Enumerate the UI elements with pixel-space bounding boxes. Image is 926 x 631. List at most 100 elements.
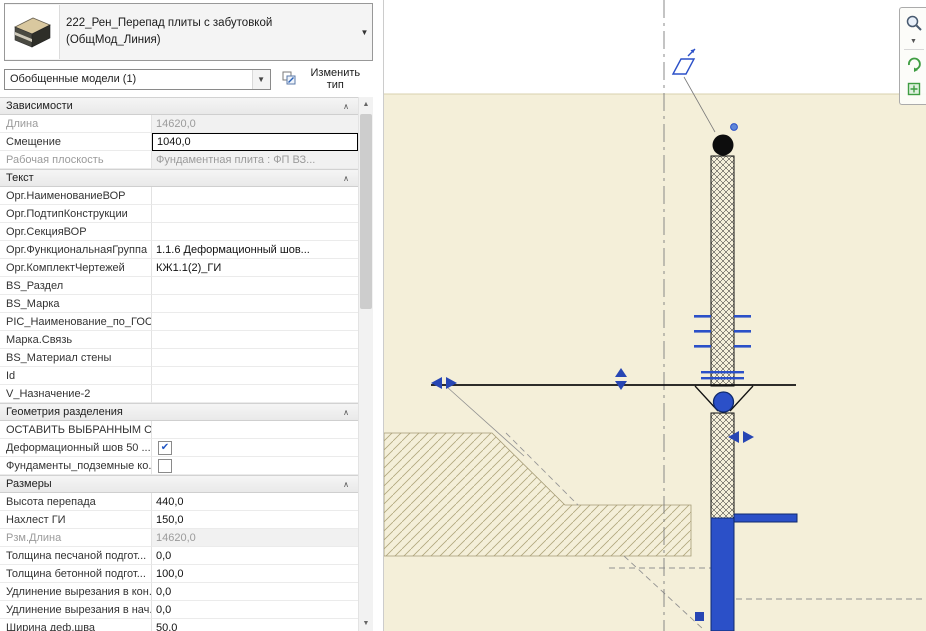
group-header-label: Зависимости xyxy=(6,100,73,112)
group-header[interactable]: Зависимости ∧ xyxy=(0,97,358,115)
collapse-chevron-icon[interactable]: ∧ xyxy=(343,480,349,489)
properties-scrollbar[interactable]: ▲ ▼ xyxy=(358,97,373,631)
navigation-bar: ▼ xyxy=(899,7,926,105)
scroll-up-icon[interactable]: ▲ xyxy=(359,97,373,112)
scroll-down-icon[interactable]: ▼ xyxy=(359,616,373,631)
property-row: Высота перепада440,0 xyxy=(0,493,358,511)
collapse-chevron-icon[interactable]: ∧ xyxy=(343,174,349,183)
checkbox[interactable]: ✔ xyxy=(158,441,172,455)
property-value[interactable] xyxy=(152,205,358,223)
group-header[interactable]: Геометрия разделения∧ xyxy=(0,403,358,421)
property-value[interactable] xyxy=(152,457,358,475)
property-label: Орг.ПодтипКонструкции xyxy=(0,205,152,223)
family-name: 222_Рен_Перепад плиты с забутовкой xyxy=(66,15,351,32)
property-value: Фундаментная плита : ФП ВЗ... xyxy=(152,151,358,169)
property-value[interactable]: 0,0 xyxy=(152,547,358,565)
property-row: Толщина песчаной подгот...0,0 xyxy=(0,547,358,565)
property-row: Удлинение вырезания в нач...0,0 xyxy=(0,601,358,619)
scrollbar-thumb[interactable] xyxy=(360,114,372,309)
property-row: Орг.ФункциональнаяГруппа1.1.6 Деформацио… xyxy=(0,241,358,259)
property-row: Рабочая плоскостьФундаментная плита : ФП… xyxy=(0,151,358,169)
family-thumbnail xyxy=(5,5,60,59)
property-value[interactable] xyxy=(152,223,358,241)
property-label: Фундаменты_подземные ко... xyxy=(0,457,152,475)
property-label: Id xyxy=(0,367,152,385)
property-value[interactable] xyxy=(152,331,358,349)
property-value[interactable]: 100,0 xyxy=(152,565,358,583)
property-label: Смещение xyxy=(0,133,152,151)
property-row: PIC_Наименование_по_ГОСТ xyxy=(0,313,358,331)
property-row: Толщина бетонной подгот...100,0 xyxy=(0,565,358,583)
property-label: Марка.Связь xyxy=(0,331,152,349)
property-row: BS_Материал стены xyxy=(0,349,358,367)
property-row: Деформационный шов 50 ... ✔ xyxy=(0,439,358,457)
property-value[interactable]: 50,0 xyxy=(152,619,358,631)
group-header[interactable]: Текст∧ xyxy=(0,169,358,187)
property-value[interactable]: 1.1.6 Деформационный шов... xyxy=(152,241,358,259)
property-value[interactable] xyxy=(152,421,358,439)
property-row: Марка.Связь xyxy=(0,331,358,349)
property-label: Орг.ФункциональнаяГруппа xyxy=(0,241,152,259)
toolbar-divider xyxy=(904,49,924,50)
property-value[interactable] xyxy=(152,367,358,385)
property-label: Орг.КомплектЧертежей xyxy=(0,259,152,277)
property-row: Длина14620,0 xyxy=(0,115,358,133)
property-value[interactable]: ✔ xyxy=(152,439,358,457)
property-value[interactable]: 150,0 xyxy=(152,511,358,529)
type-selector[interactable]: 222_Рен_Перепад плиты с забутовкой (ОбщМ… xyxy=(4,3,373,61)
pan-icon xyxy=(905,80,923,98)
collapse-chevron-icon[interactable]: ∧ xyxy=(343,102,349,111)
property-label: BS_Раздел xyxy=(0,277,152,295)
property-value[interactable] xyxy=(152,349,358,367)
property-value[interactable]: 1040,0 xyxy=(152,133,358,151)
revit-window: 222_Рен_Перепад плиты с забутовкой (ОбщМ… xyxy=(0,0,926,631)
orbit-button[interactable] xyxy=(903,53,925,75)
group-header[interactable]: Размеры∧ xyxy=(0,475,358,493)
drawing-canvas[interactable]: ▼ xyxy=(383,0,926,631)
property-label: Удлинение вырезания в нач... xyxy=(0,601,152,619)
property-value[interactable]: КЖ1.1(2)_ГИ xyxy=(152,259,358,277)
property-label: Деформационный шов 50 ... xyxy=(0,439,152,457)
chevron-down-icon[interactable]: ▼ xyxy=(252,70,270,89)
property-label: Длина xyxy=(0,115,152,133)
edit-type-label: Изменить тип xyxy=(301,67,370,91)
property-label: Высота перепада xyxy=(0,493,152,511)
property-value[interactable]: 440,0 xyxy=(152,493,358,511)
property-label: PIC_Наименование_по_ГОСТ xyxy=(0,313,152,331)
square-grip[interactable] xyxy=(695,612,704,621)
chevron-down-icon[interactable]: ▼ xyxy=(903,37,925,46)
property-label: Нахлест ГИ xyxy=(0,511,152,529)
filter-combobox[interactable]: Обобщенные модели (1) ▼ xyxy=(4,69,271,90)
property-value[interactable] xyxy=(152,277,358,295)
drag-grip[interactable] xyxy=(731,124,738,131)
property-value[interactable] xyxy=(152,313,358,331)
property-value[interactable] xyxy=(152,187,358,205)
orbit-icon xyxy=(905,55,923,73)
property-value[interactable] xyxy=(152,295,358,313)
property-row: Фундаменты_подземные ко... xyxy=(0,457,358,475)
zoom-icon xyxy=(905,14,923,32)
property-row: Смещение1040,0 xyxy=(0,133,358,151)
property-row: BS_Марка xyxy=(0,295,358,313)
property-value[interactable] xyxy=(152,385,358,403)
checkbox[interactable] xyxy=(158,459,172,473)
collapse-chevron-icon[interactable]: ∧ xyxy=(343,408,349,417)
property-label: BS_Материал стены xyxy=(0,349,152,367)
property-value[interactable]: 0,0 xyxy=(152,601,358,619)
property-label: Рабочая плоскость xyxy=(0,151,152,169)
property-label: Орг.СекцияВОР xyxy=(0,223,152,241)
property-row: ОСТАВИТЬ ВЫБРАННЫМ О... xyxy=(0,421,358,439)
property-row: Id xyxy=(0,367,358,385)
family-thumbnail-image xyxy=(10,12,54,52)
property-label: Ширина деф.шва xyxy=(0,619,152,631)
zoom-button[interactable] xyxy=(903,12,925,34)
pan-button[interactable] xyxy=(903,78,925,100)
type-selector-dropdown-icon[interactable]: ▼ xyxy=(357,28,372,37)
property-value[interactable]: 0,0 xyxy=(152,583,358,601)
property-row: Орг.НаименованиеВОР xyxy=(0,187,358,205)
type-bar: Обобщенные модели (1) ▼ Изменить тип xyxy=(4,68,373,90)
edit-type-icon xyxy=(282,71,296,88)
property-row: V_Назначение-2 xyxy=(0,385,358,403)
property-label: V_Назначение-2 xyxy=(0,385,152,403)
edit-type-button[interactable]: Изменить тип xyxy=(279,65,373,93)
